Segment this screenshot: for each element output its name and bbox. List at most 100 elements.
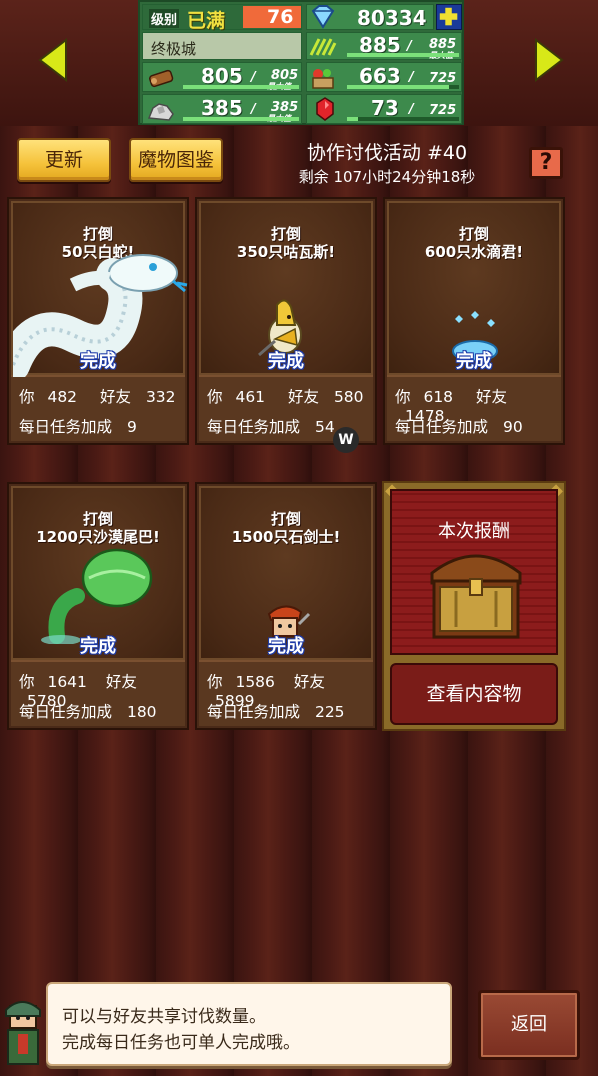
you-count: 1586 <box>235 673 275 691</box>
grass-bar <box>347 53 459 57</box>
back-button[interactable]: 返回 <box>478 990 580 1060</box>
you-label: 你 <box>19 673 35 691</box>
stone-separator: / <box>251 102 256 117</box>
stone-bar <box>183 117 299 121</box>
quest-card-desert-tail[interactable]: 打倒 1200只沙漠尾巴! 完成 你 1641 好友 5780 每日任务加成 1… <box>7 482 189 730</box>
ruby-icon <box>311 97 339 121</box>
arrow-left-icon <box>38 37 67 83</box>
resource-panel: 级别 已满 76 80334 终极城 885 / 885 最大值 <box>138 0 464 125</box>
daily-bonus-label: 每日任务加成 <box>395 418 489 436</box>
watermark-badge: W <box>333 427 359 453</box>
daily-bonus-label: 每日任务加成 <box>19 703 113 721</box>
wood-cell: 805 / 805 最大值 <box>142 62 302 92</box>
grass-separator: / <box>407 39 412 54</box>
friends-label: 好友 <box>287 388 319 406</box>
event-remaining-time: 剩余 107小时24分钟18秒 <box>298 168 476 186</box>
daily-bonus-value: 54 <box>314 418 335 436</box>
quest-done-label: 完成 <box>268 351 304 372</box>
you-count: 1641 <box>47 673 87 691</box>
daily-bonus-value: 90 <box>502 418 523 436</box>
you-count: 618 <box>423 388 454 406</box>
you-label: 你 <box>19 388 35 406</box>
daily-bonus-value: 180 <box>126 703 157 721</box>
tip-line-2: 完成每日任务也可单人完成哦。 <box>62 1033 300 1053</box>
top-status-bar: 级别 已满 76 80334 终极城 885 / 885 最大值 <box>0 0 598 126</box>
treasure-chest-icon <box>426 543 526 647</box>
stone-ore-icon <box>147 98 175 122</box>
grass-icon <box>309 35 337 59</box>
quest-goal-target: 350只咕瓦斯! <box>236 243 336 261</box>
add-gems-button[interactable] <box>436 4 462 30</box>
food-separator: / <box>409 70 414 85</box>
friends-label: 好友 <box>99 388 131 406</box>
reward-card: ◆ ◆ 本次报酬 查看内容物 <box>382 481 566 731</box>
npc-advisor-avatar <box>0 998 44 1068</box>
food-bar <box>347 85 459 89</box>
plus-icon <box>439 7 458 26</box>
daily-bonus-value: 225 <box>314 703 345 721</box>
view-contents-button[interactable]: 查看内容物 <box>390 663 558 725</box>
level-label: 级别 <box>149 9 180 28</box>
friends-count: 332 <box>145 388 176 406</box>
quest-info: 你 482 好友 332 每日任务加成 9 <box>11 375 185 441</box>
gems-cell: 80334 <box>306 4 434 30</box>
ruby-cell: 73 / 725 <box>306 94 462 124</box>
quest-art: 打倒 600只水滴君! 完成 <box>387 201 561 375</box>
you-count: 482 <box>47 388 78 406</box>
you-count: 461 <box>235 388 266 406</box>
quest-card-stone-swordsman[interactable]: 打倒 1500只石剑士! 完成 你 1586 好友 5899 每日任务加成 22… <box>195 482 377 730</box>
food-max: 725 <box>429 71 457 86</box>
quest-art: 打倒 50只白蛇! 完成 <box>0 201 188 382</box>
gems-value: 80334 <box>357 6 427 30</box>
prev-arrow-button[interactable] <box>38 37 68 83</box>
friends-label: 好友 <box>475 388 507 406</box>
quest-done-label: 完成 <box>80 636 116 657</box>
quest-done-label: 完成 <box>80 351 116 372</box>
tip-line-1: 可以与好友共享讨伐数量。 <box>62 1007 266 1027</box>
stone-cell: 385 / 385 最大值 <box>142 94 302 124</box>
quest-card-gwas-bird[interactable]: 打倒 350只咕瓦斯! 完成 你 461 好友 580 每日任务加成 54 <box>195 197 377 445</box>
you-label: 你 <box>207 673 223 691</box>
reward-panel: 本次报酬 <box>390 489 558 655</box>
city-cell: 终极城 <box>142 32 302 60</box>
help-button[interactable]: ? <box>529 147 563 179</box>
diamond-icon <box>309 5 337 29</box>
reward-title: 本次报酬 <box>438 521 510 542</box>
quest-goal-target: 1500只石剑士! <box>231 528 341 546</box>
tip-dialog: 可以与好友共享讨伐数量。 完成每日任务也可单人完成哦。 <box>46 982 452 1066</box>
daily-bonus-label: 每日任务加成 <box>19 418 113 436</box>
level-cell: 级别 已满 76 <box>142 4 302 32</box>
quest-info: 你 1641 好友 5780 每日任务加成 180 <box>11 660 185 726</box>
quest-goal-target: 600只水滴君! <box>424 243 524 261</box>
monster-book-button[interactable]: 魔物图鉴 <box>129 138 223 182</box>
next-arrow-button[interactable] <box>534 37 564 83</box>
food-cell: 663 / 725 <box>306 62 462 92</box>
arrow-right-icon <box>535 37 564 83</box>
wood-separator: / <box>251 70 256 85</box>
quest-art: 打倒 350只咕瓦斯! 完成 <box>199 201 373 375</box>
ruby-max: 725 <box>429 103 457 118</box>
grass-cell: 885 / 885 最大值 <box>306 32 462 60</box>
friends-label: 好友 <box>293 673 325 691</box>
quest-art: 打倒 1200只沙漠尾巴! 完成 <box>11 486 185 660</box>
update-button[interactable]: 更新 <box>17 138 111 182</box>
quest-art: 打倒 1500只石剑士! 完成 <box>199 486 373 660</box>
ruby-bar <box>347 117 459 121</box>
quest-info: 你 1586 好友 5899 每日任务加成 225 <box>199 660 373 726</box>
daily-bonus-label: 每日任务加成 <box>207 418 301 436</box>
quest-card-water-drop[interactable]: 打倒 600只水滴君! 完成 你 618 好友 1478 每日任务加成 90 <box>383 197 565 445</box>
quest-card-white-serpent[interactable]: 打倒 50只白蛇! 完成 你 482 好友 332 每日任务加成 9 <box>0 197 189 445</box>
quest-done-label: 完成 <box>456 351 492 372</box>
friends-label: 好友 <box>105 673 137 691</box>
level-status: 已满 <box>187 10 226 32</box>
you-label: 你 <box>395 388 411 406</box>
you-label: 你 <box>207 388 223 406</box>
city-name: 终极城 <box>151 40 197 58</box>
wood-bar <box>183 85 299 89</box>
friends-count: 580 <box>333 388 364 406</box>
daily-bonus-value: 9 <box>126 418 137 436</box>
food-basket-icon <box>309 66 337 90</box>
daily-bonus-label: 每日任务加成 <box>207 703 301 721</box>
ruby-separator: / <box>409 102 414 117</box>
event-title: 协作讨伐活动 #40 <box>306 142 468 164</box>
